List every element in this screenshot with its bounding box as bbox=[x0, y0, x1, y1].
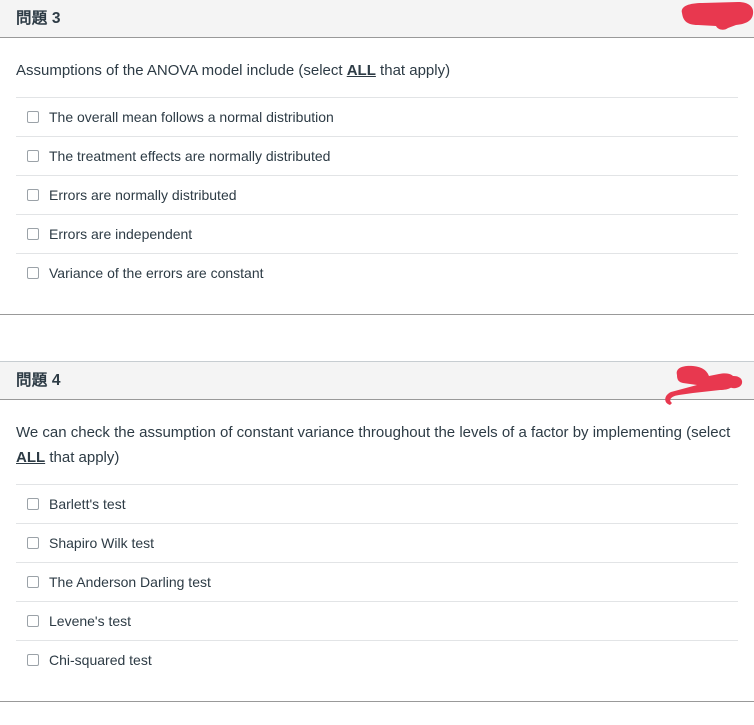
answer-label: Errors are normally distributed bbox=[49, 187, 237, 203]
question-prompt-3: Assumptions of the ANOVA model include (… bbox=[0, 38, 754, 97]
answer-row[interactable]: Chi-squared test bbox=[16, 640, 738, 679]
question-title-3: 問題 3 bbox=[16, 9, 61, 27]
answer-list-3: The overall mean follows a normal distri… bbox=[0, 97, 754, 314]
question-header-3: 問題 3 bbox=[0, 0, 754, 38]
question-prompt-4: We can check the assumption of constant … bbox=[0, 400, 754, 484]
answer-row[interactable]: The overall mean follows a normal distri… bbox=[16, 97, 738, 136]
checkbox-icon[interactable] bbox=[27, 150, 39, 162]
answer-row[interactable]: The treatment effects are normally distr… bbox=[16, 136, 738, 175]
answer-label: Levene's test bbox=[49, 613, 132, 629]
answer-label: Chi-squared test bbox=[49, 652, 152, 668]
checkbox-icon[interactable] bbox=[27, 576, 39, 588]
quiz-page: 問題 3 Assumptions of the ANOVA model incl… bbox=[0, 0, 754, 702]
answer-label: Barlett's test bbox=[49, 496, 126, 512]
checkbox-icon[interactable] bbox=[27, 537, 39, 549]
answer-row[interactable]: Shapiro Wilk test bbox=[16, 523, 738, 562]
question-prompt-4-after: that apply) bbox=[45, 449, 120, 466]
red-scribble-mark-3 bbox=[676, 1, 754, 32]
question-title-4: 問題 4 bbox=[16, 371, 61, 389]
answer-row[interactable]: Barlett's test bbox=[16, 484, 738, 523]
answer-row[interactable]: Errors are normally distributed bbox=[16, 175, 738, 214]
answer-label: The overall mean follows a normal distri… bbox=[49, 109, 334, 125]
question-prompt-3-emphasis: ALL bbox=[346, 62, 376, 79]
answer-label: Variance of the errors are constant bbox=[49, 265, 264, 281]
question-prompt-3-before: Assumptions of the ANOVA model include (… bbox=[16, 62, 347, 79]
question-card-4: 問題 4 We can check the assumption of cons… bbox=[0, 361, 754, 702]
question-card-3: 問題 3 Assumptions of the ANOVA model incl… bbox=[0, 0, 754, 315]
answer-label: Errors are independent bbox=[49, 226, 193, 242]
question-prompt-4-before: We can check the assumption of constant … bbox=[16, 424, 731, 441]
checkbox-icon[interactable] bbox=[27, 654, 39, 666]
checkbox-icon[interactable] bbox=[27, 111, 39, 123]
answer-label: The Anderson Darling test bbox=[49, 574, 211, 590]
answer-row[interactable]: Variance of the errors are constant bbox=[16, 253, 738, 292]
checkbox-icon[interactable] bbox=[27, 615, 39, 627]
checkbox-icon[interactable] bbox=[27, 189, 39, 201]
answer-label: Shapiro Wilk test bbox=[49, 535, 155, 551]
checkbox-icon[interactable] bbox=[27, 267, 39, 279]
checkbox-icon[interactable] bbox=[27, 228, 39, 240]
answer-label: The treatment effects are normally distr… bbox=[49, 148, 331, 164]
answer-row[interactable]: Levene's test bbox=[16, 601, 738, 640]
red-scribble-mark-4 bbox=[663, 365, 745, 406]
answer-list-4: Barlett's test Shapiro Wilk test The And… bbox=[0, 484, 754, 701]
answer-row[interactable]: Errors are independent bbox=[16, 214, 738, 253]
question-prompt-3-after: that apply) bbox=[375, 62, 451, 79]
checkbox-icon[interactable] bbox=[27, 498, 39, 510]
answer-row[interactable]: The Anderson Darling test bbox=[16, 562, 738, 601]
card-gap bbox=[0, 315, 754, 361]
question-header-4: 問題 4 bbox=[0, 362, 754, 405]
question-prompt-4-emphasis: ALL bbox=[16, 449, 46, 466]
